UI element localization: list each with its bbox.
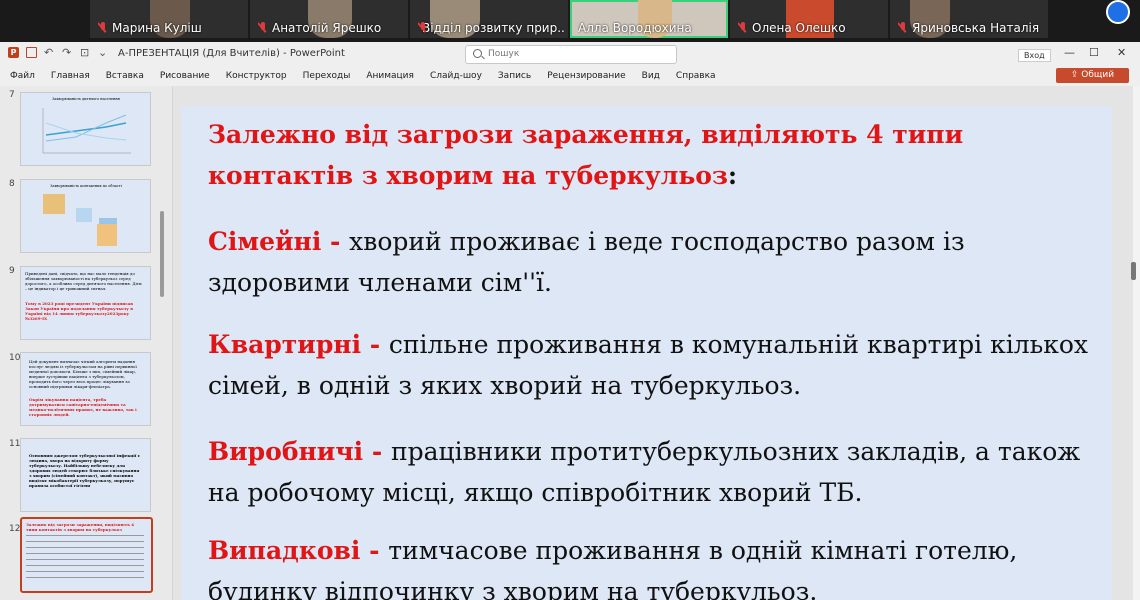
tab-insert[interactable]: Вставка	[106, 71, 144, 81]
participant-tile[interactable]: Анатолій Ярешко	[250, 0, 408, 38]
mic-muted-icon	[98, 22, 108, 34]
participant-tile[interactable]: Відділ розвитку прир...	[410, 0, 568, 38]
search-icon	[473, 49, 482, 58]
contact-type-item: Квартирні - спільне проживання в комунал…	[208, 324, 1092, 406]
sign-in-button[interactable]: Вход	[1018, 49, 1051, 62]
contact-term: Випадкові -	[208, 536, 389, 565]
tab-view[interactable]: Вид	[642, 71, 660, 81]
slide-thumbnail[interactable]: Цей документ визначає чіткий алгоритм на…	[20, 352, 151, 426]
thumb-text: Цей документ визначає чіткий алгоритм на…	[29, 359, 137, 389]
participant-tile[interactable]: Олена Олешко	[730, 0, 888, 38]
slide-number: 11	[9, 439, 21, 449]
contact-type-item: Випадкові - тимчасове проживання в одній…	[208, 530, 1092, 600]
search-placeholder: Пошук	[488, 49, 520, 59]
slide-thumbnail[interactable]: Основним джерелом туберкульозної інфекці…	[20, 438, 151, 512]
mic-muted-icon	[258, 22, 268, 34]
share-icon: ⇪	[1070, 70, 1082, 80]
participant-tile[interactable]: Марина Куліш	[90, 0, 248, 38]
mic-muted-icon	[738, 22, 748, 34]
participant-name: Алла Вородюхина	[578, 21, 692, 35]
undo-icon[interactable]: ↶	[44, 47, 55, 58]
slide-thumbnail[interactable]: Приведені дані, свідчать, що нас мало те…	[20, 266, 151, 340]
share-button[interactable]: ⇪ Общий доступ	[1056, 68, 1129, 95]
thumbnail-scrollbar[interactable]	[160, 211, 164, 297]
tab-review[interactable]: Рецензирование	[547, 71, 625, 81]
participant-name: Анатолій Ярешко	[272, 21, 382, 35]
participant-tile-active[interactable]: Алла Вородюхина	[570, 0, 728, 38]
customize-toolbar-icon[interactable]: ⌄	[98, 47, 109, 58]
tab-help[interactable]: Справка	[676, 71, 716, 81]
thumb-text-lines	[26, 535, 144, 536]
tab-design[interactable]: Конструктор	[226, 71, 287, 81]
powerpoint-logo-icon: P	[8, 47, 19, 58]
tab-record[interactable]: Запись	[498, 71, 531, 81]
thumb-text: Основним джерелом туберкульозної інфекці…	[29, 453, 141, 488]
participant-name: Олена Олешко	[752, 21, 846, 35]
tab-draw[interactable]: Рисование	[160, 71, 210, 81]
participant-tile[interactable]: Яриновська Наталія	[890, 0, 1048, 38]
thumb-chart	[42, 108, 131, 154]
thumb-picture	[97, 224, 117, 246]
contact-term: Квартирні -	[208, 330, 389, 359]
maximize-button[interactable]: ☐	[1089, 46, 1099, 59]
mic-muted-icon	[898, 22, 908, 34]
slide-number: 9	[9, 266, 15, 276]
tab-animations[interactable]: Анимация	[366, 71, 414, 81]
slide-heading: Залежно від загрози зараження, виділяють…	[208, 114, 1092, 196]
participant-name: Марина Куліш	[112, 21, 202, 35]
powerpoint-window: P ↶ ↷ ⊡ ⌄ А-ПРЕЗЕНТАЦІЯ (Для Вчителів) -…	[0, 42, 1140, 600]
slide-thumbnail-pane: 7 Захворюваність дитячого населення 8 За…	[0, 86, 173, 600]
ribbon-tabs: Файл Главная Вставка Рисование Конструкт…	[0, 66, 1140, 95]
contact-type-item: Сімейні - хворий проживає і веде господа…	[208, 221, 1092, 303]
slide-number: 8	[9, 179, 15, 189]
thumb-picture	[43, 194, 65, 214]
title-bar: P ↶ ↷ ⊡ ⌄ А-ПРЕЗЕНТАЦІЯ (Для Вчителів) -…	[0, 42, 1140, 66]
video-participants-strip: Марина Куліш Анатолій Ярешко Відділ розв…	[0, 0, 1140, 42]
tab-home[interactable]: Главная	[51, 71, 90, 81]
slide-editor: Залежно від загрози зараження, виділяють…	[173, 86, 1133, 600]
thumb-text-red: Тому в 2023 році президент України підпи…	[25, 301, 134, 321]
close-button[interactable]: ✕	[1117, 46, 1126, 59]
thumb-picture	[76, 208, 92, 222]
slide-thumbnail-selected[interactable]: Залежно від загрози зараження, виділяють…	[20, 517, 153, 593]
present-icon[interactable]: ⊡	[80, 47, 91, 58]
slide-thumbnail[interactable]: Захворюваність контактних по області	[20, 179, 151, 253]
meeting-info-icon[interactable]	[1106, 0, 1130, 24]
contact-type-item: Виробничі - працівники протитуберкульозн…	[208, 431, 1092, 513]
slide-number: 7	[9, 90, 15, 100]
slide-heading-colon: :	[727, 161, 738, 190]
thumb-text-red: Окрім лікування пацієнта, треба дотримув…	[29, 397, 137, 417]
slide-number: 10	[9, 353, 21, 363]
participant-name: Яриновська Наталія	[912, 21, 1040, 35]
search-box[interactable]: Пошук	[465, 45, 677, 64]
document-title: А-ПРЕЗЕНТАЦІЯ (Для Вчителів) - PowerPoin…	[118, 48, 345, 59]
save-icon[interactable]	[26, 47, 37, 58]
slide-number: 12	[9, 524, 21, 534]
quick-access-toolbar: P ↶ ↷ ⊡ ⌄	[8, 47, 109, 58]
thumb-text: Залежно від загрози зараження, виділяють…	[26, 522, 135, 532]
slide-thumbnail[interactable]: Захворюваність дитячого населення	[20, 92, 151, 166]
tab-transitions[interactable]: Переходы	[303, 71, 351, 81]
contact-term: Виробничі -	[208, 437, 391, 466]
thumb-title: Захворюваність контактних по області	[50, 184, 122, 188]
thumb-text: Приведені дані, свідчать, що нас мало те…	[25, 271, 142, 291]
redo-icon[interactable]: ↷	[62, 47, 73, 58]
contact-term: Сімейні -	[208, 227, 350, 256]
tab-file[interactable]: Файл	[10, 71, 35, 81]
participant-name: Відділ розвитку прир...	[422, 21, 564, 35]
minimize-button[interactable]: —	[1064, 46, 1075, 59]
current-slide[interactable]: Залежно від загрози зараження, виділяють…	[181, 106, 1112, 600]
slide-heading-text: Залежно від загрози зараження, виділяють…	[208, 120, 964, 190]
tab-slideshow[interactable]: Слайд-шоу	[430, 71, 482, 81]
slide-scrollbar[interactable]	[1131, 262, 1136, 280]
